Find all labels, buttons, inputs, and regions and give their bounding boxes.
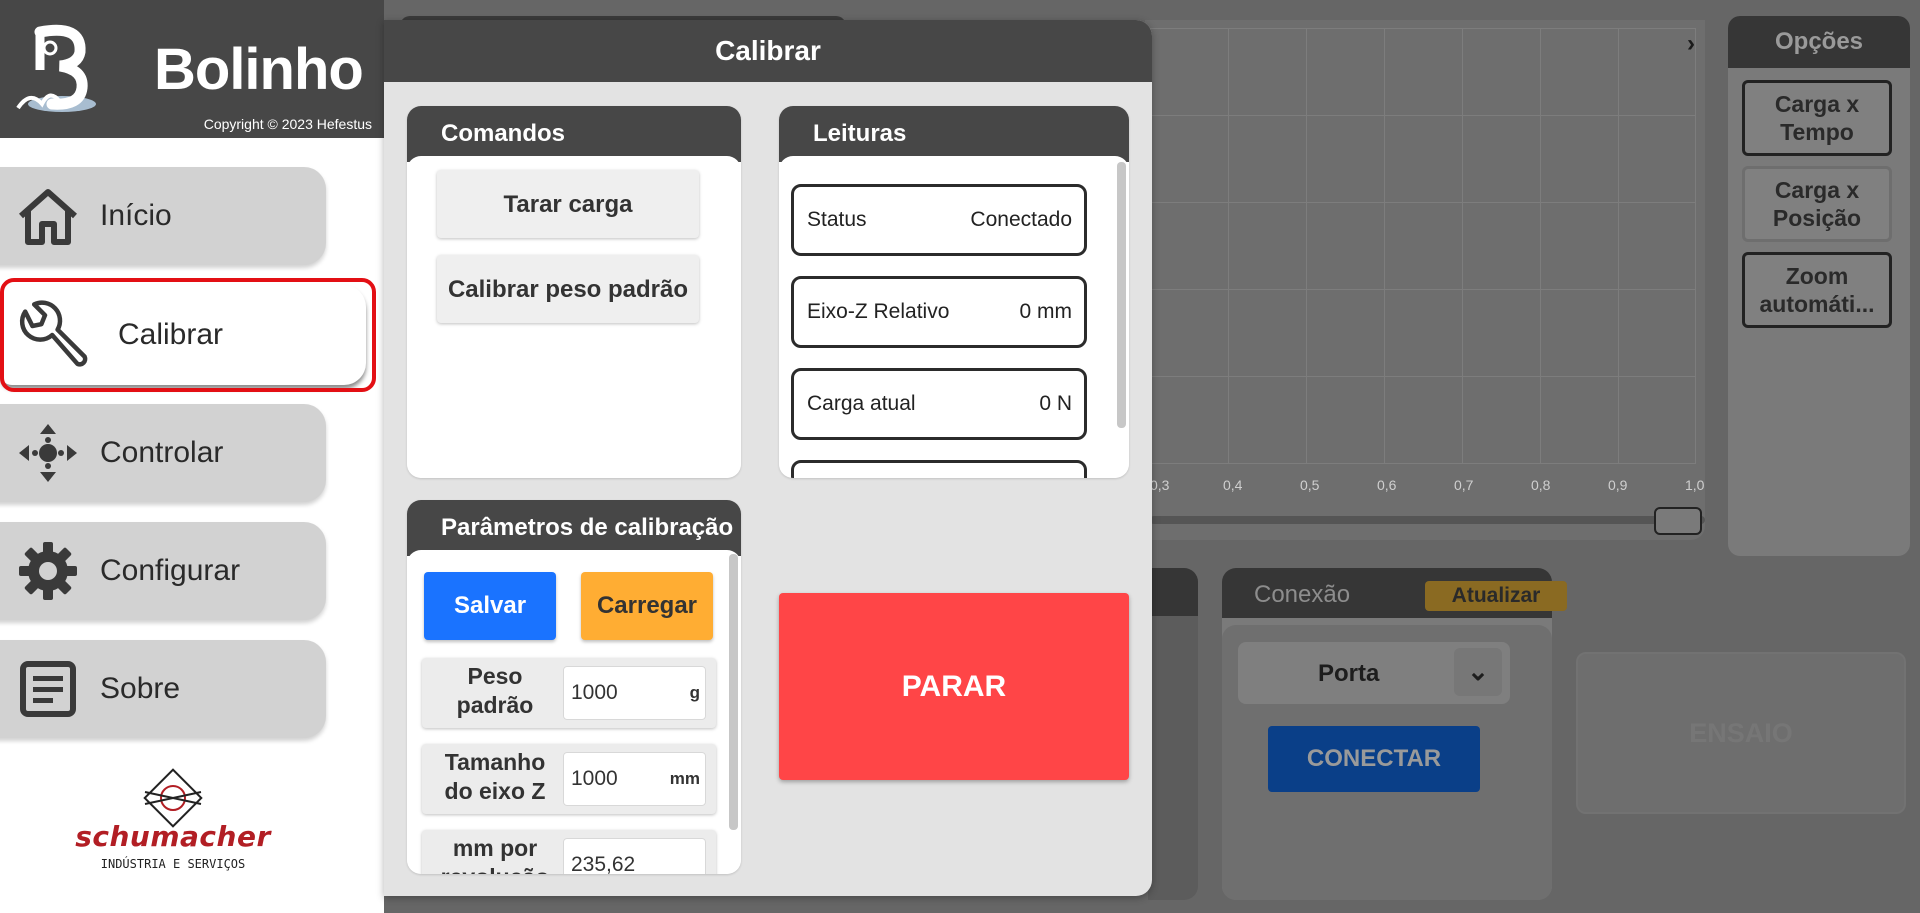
chart-range-slider[interactable] [1150,516,1705,524]
sidebar-item-configurar[interactable]: Configurar [0,522,326,620]
commands-body: Tarar carga Calibrar peso padrão [407,156,741,478]
chart-tick: 0,8 [1531,477,1551,493]
commands-card: Comandos Tarar carga Calibrar peso padrã… [407,106,741,478]
calibrate-modal: Calibrar Comandos Tarar carga Calibrar p… [384,20,1152,896]
document-icon [12,653,84,725]
load-vs-time-button[interactable]: Carga x Tempo [1742,80,1892,156]
input-value: 235,62 [571,853,636,874]
params-title: Parâmetros de calibração [407,500,741,556]
background-panel-header [1148,568,1198,616]
copyright-text: Copyright © 2023 Hefestus [203,116,372,132]
input-value: 1000 [571,681,618,704]
chart-tick: 0,5 [1300,477,1320,493]
load-vs-position-button[interactable]: Carga x Posição [1742,166,1892,242]
reading-value: 0 mm [1019,300,1073,323]
sidebar: Bolinho Copyright © 2023 Hefestus Início… [0,0,384,913]
readings-title: Leituras [779,106,1129,162]
standard-weight-input[interactable]: 1000 g [563,666,706,720]
svg-text:INDÚSTRIA E SERVIÇOS: INDÚSTRIA E SERVIÇOS [101,856,246,871]
input-unit: g [689,683,700,702]
reading-z-axis: Eixo-Z Relativo 0 mm [791,276,1087,348]
reading-label: Eixo-Z Relativo [807,300,950,323]
sidebar-item-controlar[interactable]: Controlar [0,404,326,502]
sidebar-item-inicio[interactable]: Início [0,167,326,265]
readings-scrollbar[interactable] [1117,162,1126,428]
test-button[interactable]: ENSAIO [1576,652,1906,814]
sidebar-item-label: Configurar [100,554,241,587]
port-select-label: Porta [1318,660,1380,687]
reading-label: Carga atual [807,392,916,415]
gear-icon [12,535,84,607]
chart-grid [1150,28,1696,464]
home-icon [12,180,84,252]
calibration-params-card: Parâmetros de calibração Salvar Carregar… [407,500,741,874]
sidebar-item-label: Sobre [100,672,181,705]
chart-tick: 0,3 [1150,477,1170,493]
app-name: Bolinho [154,37,364,102]
background-panel [1148,568,1198,900]
load-button[interactable]: Carregar [581,572,713,640]
options-title: Opções [1728,16,1910,68]
calibrate-standard-weight-button[interactable]: Calibrar peso padrão [437,255,699,323]
chart-slider-handle[interactable] [1654,507,1702,535]
connection-title: Conexão [1254,581,1351,608]
sidebar-item-label: Controlar [100,436,224,469]
reading-status: Status Conectado [791,184,1087,256]
active-item-highlight [0,278,376,392]
svg-text:schumacher: schumacher [75,820,272,853]
readings-body: Status Conectado Eixo-Z Relativo 0 mm Ca… [779,156,1129,478]
params-body: Salvar Carregar Peso padrão 1000 g Taman… [407,550,741,874]
sidebar-item-sobre[interactable]: Sobre [0,640,326,738]
chart-tick: 0,9 [1608,477,1628,493]
param-label: Tamanho do eixo Z [444,749,546,804]
mm-per-revolution-input[interactable]: 235,62 [563,838,706,874]
param-label: Peso padrão [456,663,534,718]
chart-expand-chevron-icon[interactable]: › [1687,30,1695,58]
commands-title: Comandos [407,106,741,162]
save-button[interactable]: Salvar [424,572,556,640]
param-mm-per-revolution: mm por revolução 235,62 [422,830,716,874]
reading-value: 0 N [1039,392,1072,415]
param-standard-weight: Peso padrão 1000 g [422,658,716,728]
params-scrollbar[interactable] [729,554,738,830]
app-logo-icon [16,24,96,112]
sidebar-item-label: Início [100,199,172,232]
move-arrows-icon [12,417,84,489]
param-label: mm por revolução [441,835,550,874]
sidebar-header: Bolinho Copyright © 2023 Hefestus [0,0,384,138]
reading-current-load: Carga atual 0 N [791,368,1087,440]
chart-tick: 1,0 [1685,477,1705,493]
modal-title: Calibrar [384,20,1152,82]
param-z-axis-size: Tamanho do eixo Z 1000 mm [422,744,716,814]
input-value: 1000 [571,767,618,790]
auto-zoom-button[interactable]: Zoom automáti... [1742,252,1892,328]
reading-partial [791,460,1087,478]
stop-button[interactable]: PARAR [779,593,1129,780]
input-unit: mm [669,769,700,788]
chevron-down-icon[interactable]: ⌄ [1454,648,1502,696]
chart-tick: 0,6 [1377,477,1397,493]
refresh-button[interactable]: Atualizar [1425,581,1567,611]
readings-card: Leituras Status Conectado Eixo-Z Relativ… [779,106,1129,478]
schumacher-logo: schumacher INDÚSTRIA E SERVIÇOS [75,768,272,871]
z-axis-size-input[interactable]: 1000 mm [563,752,706,806]
tare-load-button[interactable]: Tarar carga [437,170,699,238]
chart-tick: 0,4 [1223,477,1243,493]
reading-value: Conectado [970,208,1072,231]
connect-button[interactable]: CONECTAR [1268,726,1480,792]
reading-label: Status [807,208,867,231]
chart-tick: 0,7 [1454,477,1474,493]
